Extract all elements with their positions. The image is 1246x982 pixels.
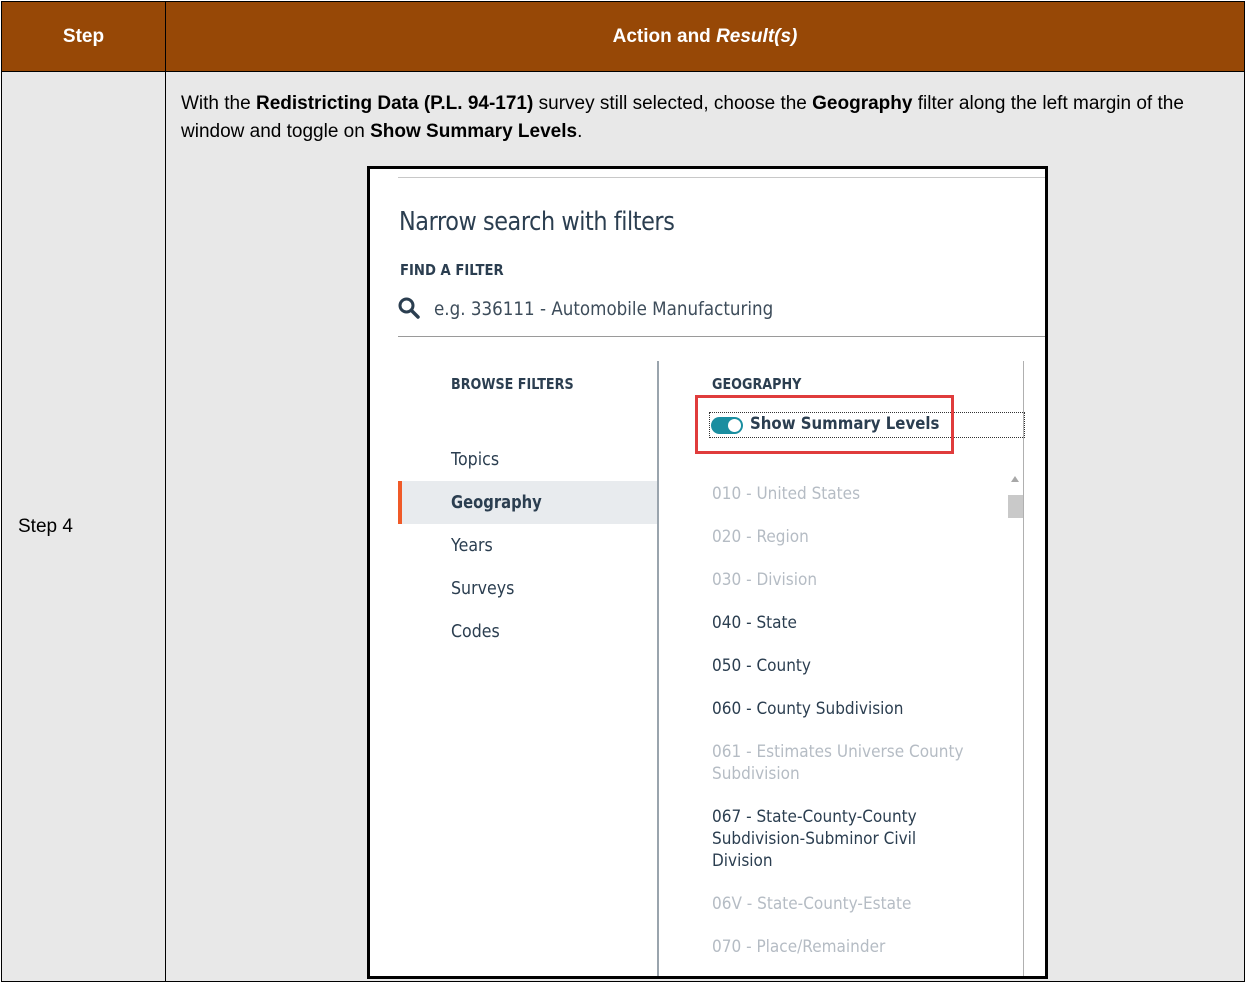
list-item[interactable]: 050 - County	[712, 655, 973, 677]
nav-item-topics[interactable]: Topics	[398, 438, 658, 481]
list-item[interactable]: 070 - Place/Remainder	[712, 936, 973, 958]
panel-title: Narrow search with filters	[399, 207, 675, 237]
active-indicator	[398, 481, 402, 524]
header-step: Step	[1, 1, 166, 72]
scrollbar-thumb[interactable]	[1008, 495, 1023, 518]
scroll-track	[1023, 361, 1024, 976]
divider	[398, 336, 1045, 337]
nav-item-geography[interactable]: Geography	[398, 481, 658, 524]
list-item[interactable]: 030 - Division	[712, 569, 973, 591]
panel-divider	[657, 361, 659, 976]
table-header-row: Step Action and Result(s)	[1, 1, 1245, 72]
header-action: Action and Result(s)	[165, 1, 1245, 72]
list-item[interactable]: 067 - State-County-County Subdivision-Su…	[712, 806, 946, 872]
instruction-text: With the Redistricting Data (P.L. 94-171…	[181, 93, 1184, 142]
list-item[interactable]: 040 - State	[712, 612, 973, 634]
list-item[interactable]: 06V - State-County-Estate	[712, 893, 973, 915]
list-item[interactable]: 061 - Estimates Universe County Subdivis…	[712, 741, 973, 785]
filter-search-input[interactable]	[434, 296, 910, 322]
header-result: Result(s)	[716, 25, 798, 47]
highlight-box	[695, 395, 954, 454]
nav-item-surveys[interactable]: Surveys	[398, 567, 658, 610]
filter-panel-screenshot: Narrow search with filters FIND A FILTER…	[367, 166, 1048, 979]
list-item[interactable]: 010 - United States	[712, 483, 973, 505]
step-label: Step 4	[1, 71, 166, 982]
browse-filters-label: BROWSE FILTERS	[451, 375, 574, 393]
list-item[interactable]: 020 - Region	[712, 526, 973, 548]
nav-item-years[interactable]: Years	[398, 524, 658, 567]
scroll-up-arrow-icon[interactable]	[1011, 476, 1019, 482]
find-filter-label: FIND A FILTER	[400, 261, 504, 279]
divider	[398, 177, 1045, 178]
search-icon[interactable]	[397, 296, 421, 320]
nav-item-codes[interactable]: Codes	[398, 610, 658, 653]
list-item[interactable]: 060 - County Subdivision	[712, 698, 973, 720]
geography-label: GEOGRAPHY	[712, 375, 802, 393]
